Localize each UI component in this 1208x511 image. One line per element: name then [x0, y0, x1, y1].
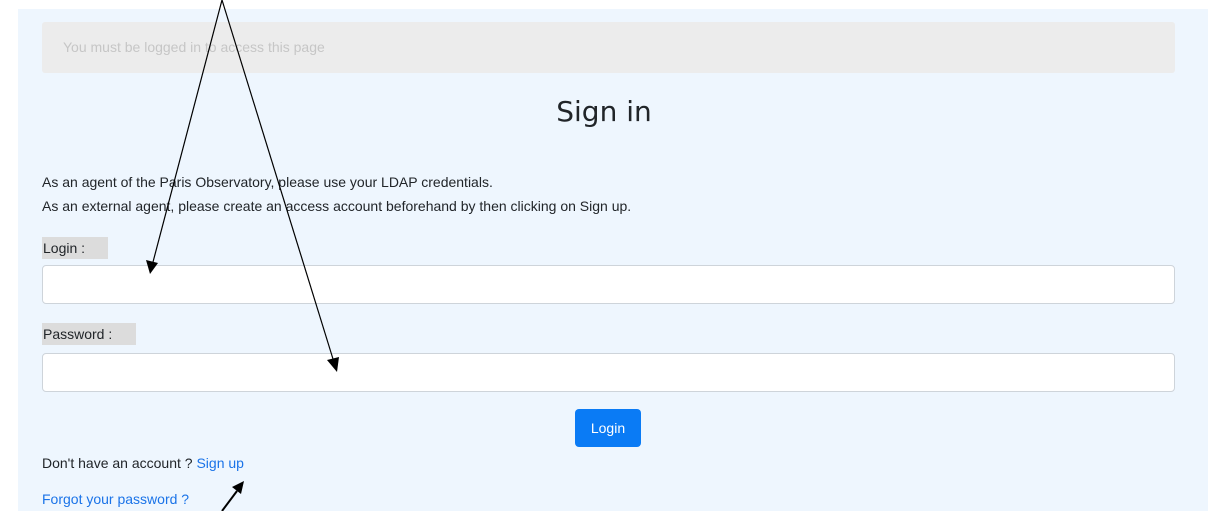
intro-ldap-text: As an agent of the Paris Observatory, pl… [42, 174, 493, 190]
login-input[interactable] [42, 265, 1175, 304]
login-button[interactable]: Login [575, 409, 641, 447]
login-label: Login : [42, 237, 108, 259]
login-required-alert: You must be logged in to access this pag… [42, 22, 1175, 73]
no-account-text: Don't have an account ? [42, 455, 193, 471]
alert-message: You must be logged in to access this pag… [63, 39, 325, 55]
sign-up-link[interactable]: Sign up [196, 455, 243, 471]
page-title: Sign in [556, 95, 652, 128]
forgot-password-link[interactable]: Forgot your password ? [42, 491, 189, 507]
signup-prompt: Don't have an account ? Sign up [42, 455, 244, 471]
intro-external-text: As an external agent, please create an a… [42, 198, 632, 214]
password-input[interactable] [42, 353, 1175, 392]
password-label: Password : [42, 323, 136, 345]
